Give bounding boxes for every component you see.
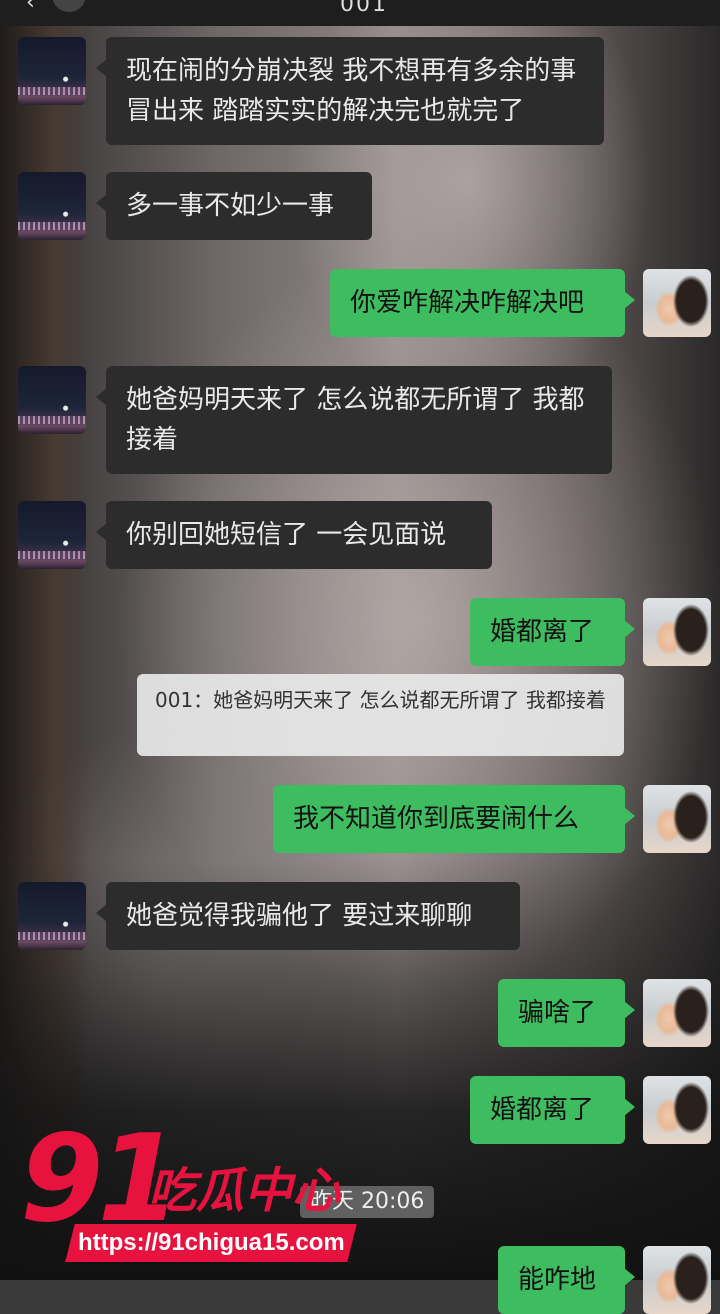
message-bubble-outgoing[interactable]: 骗啥了 [498,979,635,1047]
message-bubble-outgoing[interactable]: 婚都离了 [470,598,635,666]
chevron-left-icon: ‹ [26,0,35,15]
watermark-logo-text: 吃瓜中心 [148,1163,341,1219]
message-bubble-incoming[interactable]: 现在闹的分崩决裂 我不想再有多余的事冒出来 踏踏实实的解决完也就完了 [96,37,604,145]
quoted-message[interactable]: 001：她爸妈明天来了 怎么说都无所谓了 我都接着 [137,674,624,756]
message-bubble-incoming[interactable]: 多一事不如少一事 [96,172,372,240]
back-button[interactable]: ‹ [26,0,86,18]
avatar[interactable] [18,366,86,434]
avatar[interactable] [643,269,711,337]
message-bubble-outgoing[interactable]: 能咋地 [498,1246,635,1314]
chat-title: 001 [340,0,388,17]
avatar[interactable] [18,172,86,240]
avatar[interactable] [18,501,86,569]
top-bar: ‹ 001 [0,0,720,26]
message-bubble-incoming[interactable]: 你别回她短信了 一会见面说 [96,501,492,569]
message-bubble-outgoing[interactable]: 我不知道你到底要闹什么 [273,785,635,853]
avatar[interactable] [643,1246,711,1314]
message-bubble-outgoing[interactable]: 你爱咋解决咋解决吧 [330,269,635,337]
avatar[interactable] [643,1076,711,1144]
avatar[interactable] [643,598,711,666]
avatar[interactable] [643,785,711,853]
unread-badge [52,0,86,12]
avatar[interactable] [18,37,86,105]
message-bubble-outgoing[interactable]: 婚都离了 [470,1076,635,1144]
message-bubble-incoming[interactable]: 她爸觉得我骗他了 要过来聊聊 [96,882,520,950]
message-bubble-incoming[interactable]: 她爸妈明天来了 怎么说都无所谓了 我都接着 [96,366,612,474]
avatar[interactable] [18,882,86,950]
watermark-url-text: https://91chigua15.com [77,1229,345,1256]
avatar[interactable] [643,979,711,1047]
watermark-url: https://91chigua15.com [65,1224,357,1262]
